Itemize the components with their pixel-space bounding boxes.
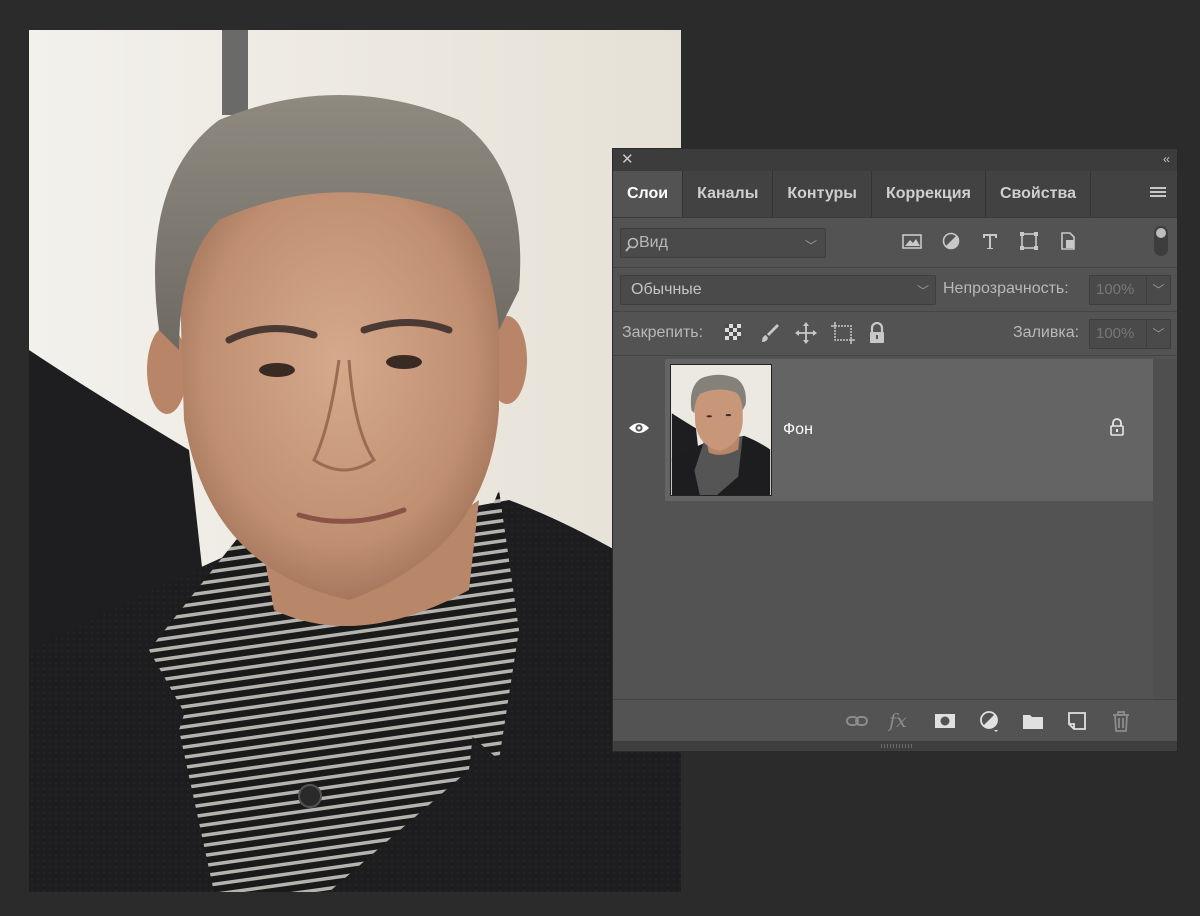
opacity-label: Непрозрачность: [943, 280, 1069, 297]
document-canvas[interactable] [29, 30, 681, 892]
chevron-down-icon: ﹀ [916, 284, 929, 298]
lock-position-icon[interactable] [795, 322, 817, 344]
blend-mode-value: Обычные [631, 281, 702, 298]
layer-row-background[interactable]: Фон [665, 359, 1154, 501]
type-filter-icon[interactable] [979, 231, 1004, 253]
tab-layers[interactable]: Слои [613, 171, 684, 217]
new-group-icon[interactable] [1021, 710, 1044, 732]
lock-all-icon[interactable] [867, 321, 889, 344]
blend-row: Обычные ﹀ Непрозрачность: 100% ﹀ [613, 268, 1177, 312]
panel-tabs: Слои Каналы Контуры Коррекция Свойства [613, 171, 1177, 218]
fill-input[interactable]: 100% [1089, 319, 1147, 349]
new-adjustment-icon[interactable] [977, 710, 1000, 732]
search-icon [625, 235, 639, 263]
footer-buttons: fx [845, 710, 1132, 732]
tab-paths[interactable]: Контуры [773, 171, 872, 217]
filter-toggle[interactable] [1154, 226, 1168, 256]
new-layer-icon[interactable] [1065, 710, 1088, 732]
layer-name[interactable]: Фон [783, 421, 813, 439]
shape-filter-icon[interactable] [1018, 231, 1043, 253]
layer-lock-icon [1109, 418, 1125, 440]
tab-adjustments[interactable]: Коррекция [872, 171, 986, 217]
close-panel-icon[interactable]: ✕ [621, 151, 634, 169]
lock-transparent-pixels-icon[interactable] [723, 322, 745, 344]
adjustment-filter-icon[interactable] [940, 231, 965, 253]
opacity-dropdown-button[interactable]: ﹀ [1147, 275, 1171, 305]
blend-mode-select[interactable]: Обычные ﹀ [620, 275, 936, 305]
panel-titlebar[interactable]: ✕ ‹‹ [613, 149, 1177, 171]
link-layers-icon[interactable] [845, 710, 868, 732]
smart-object-filter-icon[interactable] [1057, 231, 1082, 253]
lock-label: Закрепить: [622, 324, 704, 341]
layer-filter-select[interactable]: Вид ﹀ [620, 228, 826, 258]
panel-resize-grip[interactable] [613, 741, 1177, 751]
panel-footer: fx [613, 699, 1177, 742]
tab-channels[interactable]: Каналы [683, 171, 774, 217]
lock-buttons [723, 321, 889, 344]
lock-artboard-icon[interactable] [831, 322, 855, 344]
layer-thumbnail [670, 364, 772, 496]
fx-icon[interactable]: fx [889, 710, 912, 732]
layer-visibility-column [613, 359, 665, 501]
filter-label: Вид [639, 234, 668, 251]
visibility-eye-icon[interactable] [628, 421, 650, 439]
delete-layer-icon[interactable] [1109, 710, 1132, 732]
filter-tools [901, 231, 1082, 253]
add-mask-icon[interactable] [933, 710, 956, 732]
tab-properties[interactable]: Свойства [986, 171, 1091, 217]
opacity-input[interactable]: 100% [1089, 275, 1147, 305]
fill-label: Заливка: [1013, 324, 1080, 341]
lock-row: Закрепить: Заливка: 100% ﹀ [613, 312, 1177, 356]
layers-scrollbar[interactable] [1153, 359, 1177, 699]
collapse-panel-icon[interactable]: ‹‹ [1163, 150, 1170, 168]
portrait-photo [29, 30, 681, 892]
lock-image-pixels-icon[interactable] [759, 322, 781, 344]
chevron-down-icon: ﹀ [804, 239, 817, 253]
filter-row: Вид ﹀ [613, 218, 1177, 268]
image-filter-icon[interactable] [901, 231, 926, 253]
layers-list: Фон [613, 359, 1154, 699]
fill-dropdown-button[interactable]: ﹀ [1147, 319, 1171, 349]
panel-menu-icon[interactable] [1149, 184, 1167, 202]
layers-panel: ✕ ‹‹ Слои Каналы Контуры Коррекция Свойс… [612, 148, 1178, 752]
